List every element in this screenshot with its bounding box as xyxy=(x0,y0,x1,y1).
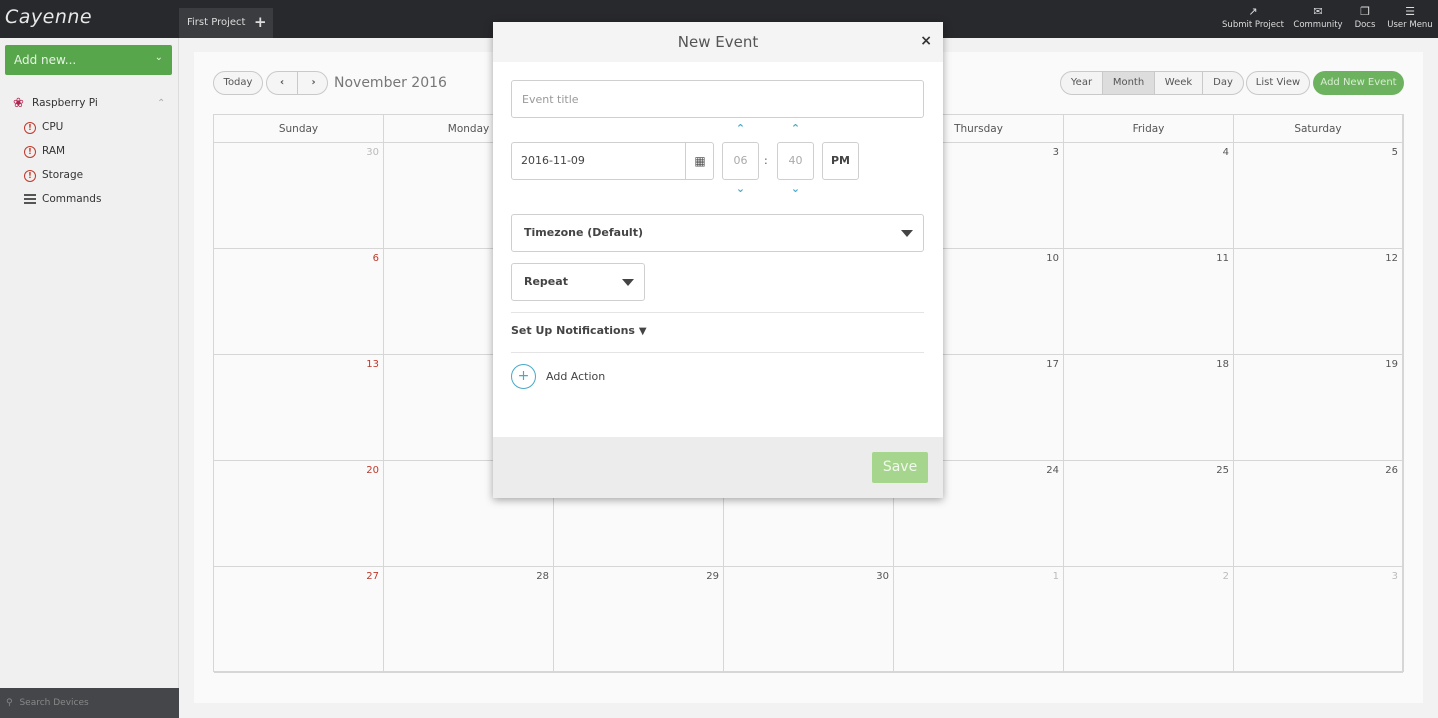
calendar-icon[interactable]: ▦ xyxy=(685,143,714,179)
event-title-field[interactable] xyxy=(511,80,924,118)
timezone-select[interactable]: Timezone (Default) xyxy=(511,214,924,252)
repeat-select[interactable]: Repeat xyxy=(511,263,645,301)
hour-down-chevron-icon[interactable]: ⌄ xyxy=(722,182,759,195)
add-action-label[interactable]: Add Action xyxy=(546,370,605,383)
hour-up-chevron-icon[interactable]: ⌃ xyxy=(722,122,759,135)
minute-field[interactable]: 40 xyxy=(777,142,814,180)
caret-down-icon xyxy=(901,230,913,237)
new-event-modal: New Event × 2016-11-09 ▦ ⌃ 06 ⌄ : ⌃ 40 ⌄… xyxy=(493,22,943,498)
divider xyxy=(511,352,924,353)
notifications-label: Set Up Notifications xyxy=(511,324,635,337)
add-action-plus-icon[interactable]: + xyxy=(511,364,536,389)
date-value: 2016-11-09 xyxy=(521,154,585,167)
minute-up-chevron-icon[interactable]: ⌃ xyxy=(777,122,814,135)
modal-title: New Event xyxy=(677,33,759,51)
repeat-value: Repeat xyxy=(524,275,568,288)
ampm-toggle[interactable]: PM xyxy=(822,142,859,180)
caret-down-icon xyxy=(622,279,634,286)
event-title-input[interactable] xyxy=(512,81,923,117)
save-button[interactable]: Save xyxy=(872,452,928,483)
minute-down-chevron-icon[interactable]: ⌄ xyxy=(777,182,814,195)
date-field[interactable]: 2016-11-09 ▦ xyxy=(511,142,714,180)
timezone-value: Timezone (Default) xyxy=(524,226,643,239)
divider xyxy=(511,312,924,313)
hour-field[interactable]: 06 xyxy=(722,142,759,180)
notifications-toggle[interactable]: Set Up Notifications ▼ xyxy=(511,324,647,337)
modal-header: New Event × xyxy=(493,22,943,62)
chevron-down-icon: ▼ xyxy=(638,326,647,337)
modal-footer: Save xyxy=(493,437,943,498)
close-icon[interactable]: × xyxy=(920,33,932,49)
time-separator: : xyxy=(764,154,768,167)
